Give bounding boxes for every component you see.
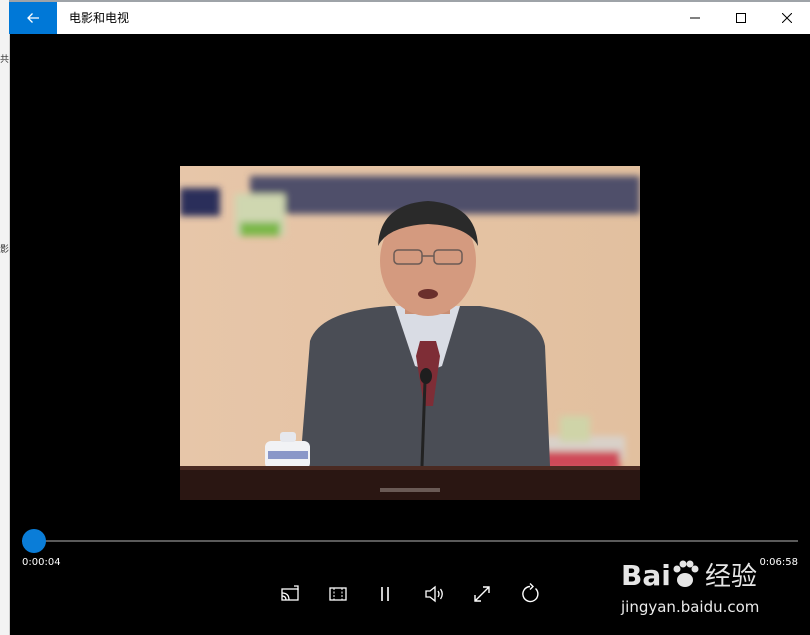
cast-to-device-button[interactable] (276, 580, 304, 608)
repeat-icon (522, 583, 539, 603)
fullscreen-button[interactable] (468, 580, 496, 608)
aspect-ratio-icon (329, 587, 347, 601)
background-window-edge: 共 影 (0, 0, 10, 635)
background-text-fragment: 共 (0, 55, 10, 65)
volume-icon (425, 585, 443, 603)
current-time: 0:00:04 (22, 557, 61, 568)
seek-bar-thumb[interactable] (22, 529, 46, 553)
volume-button[interactable] (420, 580, 448, 608)
minimize-button[interactable] (672, 2, 718, 34)
maximize-button[interactable] (718, 2, 764, 34)
video-content-image (180, 166, 640, 500)
window-title: 电影和电视 (69, 11, 130, 25)
title-bar: 电影和电视 (9, 2, 810, 34)
back-arrow-icon (27, 13, 39, 23)
close-icon (782, 13, 792, 23)
watermark-url: jingyan.baidu.com (621, 598, 760, 616)
back-button[interactable] (9, 2, 57, 34)
aspect-ratio-button[interactable] (324, 580, 352, 608)
baidu-logo-icon: Bai 经验 (621, 559, 757, 592)
background-text-fragment: 影 (0, 245, 10, 255)
cast-to-device-icon (281, 585, 299, 601)
close-button[interactable] (764, 2, 810, 34)
baidu-jingyan-watermark: Bai 经验 jingyan.baidu.com (615, 547, 795, 619)
minimize-icon (690, 17, 700, 19)
video-frame[interactable] (180, 166, 640, 500)
seek-bar[interactable] (22, 529, 798, 553)
pause-button[interactable] (371, 580, 399, 608)
pause-icon (381, 587, 389, 601)
repeat-button[interactable] (516, 580, 544, 608)
fullscreen-icon (474, 586, 490, 602)
svg-text:Bai: Bai (621, 559, 671, 592)
svg-text:经验: 经验 (705, 562, 757, 592)
maximize-icon (736, 13, 746, 23)
